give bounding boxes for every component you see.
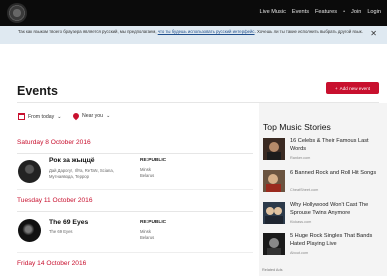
notice-text: Так как языком твоего браузера является … — [18, 29, 363, 35]
top-music-stories-title: Top Music Stories — [263, 122, 331, 132]
event-venue[interactable]: RE:PUBLIC — [140, 220, 166, 225]
date-filter[interactable]: From today ⌄ — [18, 113, 61, 120]
day-header: Saturday 8 October 2016 — [17, 135, 253, 154]
language-notice: Так как языком твоего браузера является … — [0, 26, 387, 44]
event-title[interactable]: The 69 Eyes — [49, 219, 88, 226]
event-country: Belarus — [140, 173, 155, 178]
story-thumbnail[interactable] — [263, 138, 285, 160]
location-filter[interactable]: Near you ⌄ — [71, 111, 111, 121]
related-ads-label: Related Ads — [262, 268, 283, 272]
event-title[interactable]: Рок за жыццё — [49, 157, 95, 164]
add-new-event-button[interactable]: + Add new event — [326, 82, 379, 94]
nav-features[interactable]: Features — [315, 9, 337, 15]
top-navigation-bar: Live Music Events Features • Join Login — [0, 0, 387, 26]
story-source: CheatSheet.com — [290, 188, 319, 192]
nav-live-music[interactable]: Live Music — [259, 9, 285, 15]
event-city: Minsk — [140, 167, 151, 172]
nav-separator: • — [343, 9, 346, 15]
day-header: Tuesday 11 October 2016 — [17, 193, 253, 212]
join-link[interactable]: Join — [351, 9, 361, 15]
event-country: Belarus — [140, 235, 155, 240]
day-label: Saturday 8 October 2016 — [17, 139, 91, 146]
divider — [17, 189, 253, 190]
event-image[interactable] — [18, 160, 41, 183]
story-title[interactable]: 5 Huge Rock Singles That Bands Hated Pla… — [290, 232, 380, 248]
nav-events[interactable]: Events — [292, 9, 309, 15]
story-source: Ranker.com — [290, 156, 311, 160]
site-logo[interactable] — [7, 3, 27, 23]
divider — [17, 102, 379, 103]
day-label: Tuesday 11 October 2016 — [17, 197, 93, 204]
story-title[interactable]: 16 Celebs & Their Famous Last Words — [290, 137, 380, 153]
calendar-icon — [18, 113, 25, 120]
location-filter-label: Near you — [82, 113, 104, 119]
story-title[interactable]: Why Hollywood Won't Cast The Sprouse Twi… — [290, 201, 380, 217]
story-source: About.com — [290, 251, 309, 255]
day-label: Friday 14 October 2016 — [17, 260, 87, 267]
notice-text-end: . Хочешь ли ты такие исполнить выбрать д… — [254, 29, 363, 34]
story-title[interactable]: 6 Banned Rock and Roll Hit Songs — [290, 169, 380, 177]
story-thumbnail[interactable] — [263, 170, 285, 192]
close-icon[interactable]: ✕ — [370, 30, 377, 38]
story-thumbnail[interactable] — [263, 202, 285, 224]
divider — [17, 252, 253, 253]
notice-text-start: Так как языком твоего браузера является … — [18, 29, 158, 34]
event-city: Minsk — [140, 229, 151, 234]
plus-icon: + — [334, 85, 338, 91]
event-artists: Дай Дарогу!, IllYa, ReTaN, Sciana, Мутна… — [49, 168, 114, 179]
chevron-down-icon: ⌄ — [106, 113, 111, 119]
day-header: Friday 14 October 2016 — [17, 256, 253, 275]
chevron-down-icon: ⌄ — [57, 113, 62, 120]
event-artists: The 69 Eyes — [49, 229, 73, 234]
use-russian-link[interactable]: что ты будешь использовать русский интер… — [158, 29, 255, 34]
login-link[interactable]: Login — [367, 9, 381, 15]
story-source: Kickass.com — [290, 220, 312, 224]
page-title: Events — [17, 84, 58, 98]
date-filter-label: From today — [28, 113, 55, 120]
main-nav: Live Music Events Features • Join Login — [259, 9, 381, 15]
add-new-event-label: Add new event — [339, 85, 371, 91]
location-pin-icon — [71, 111, 81, 121]
event-image[interactable] — [18, 219, 41, 242]
event-venue[interactable]: RE:PUBLIC — [140, 158, 166, 163]
story-thumbnail[interactable] — [263, 233, 285, 255]
